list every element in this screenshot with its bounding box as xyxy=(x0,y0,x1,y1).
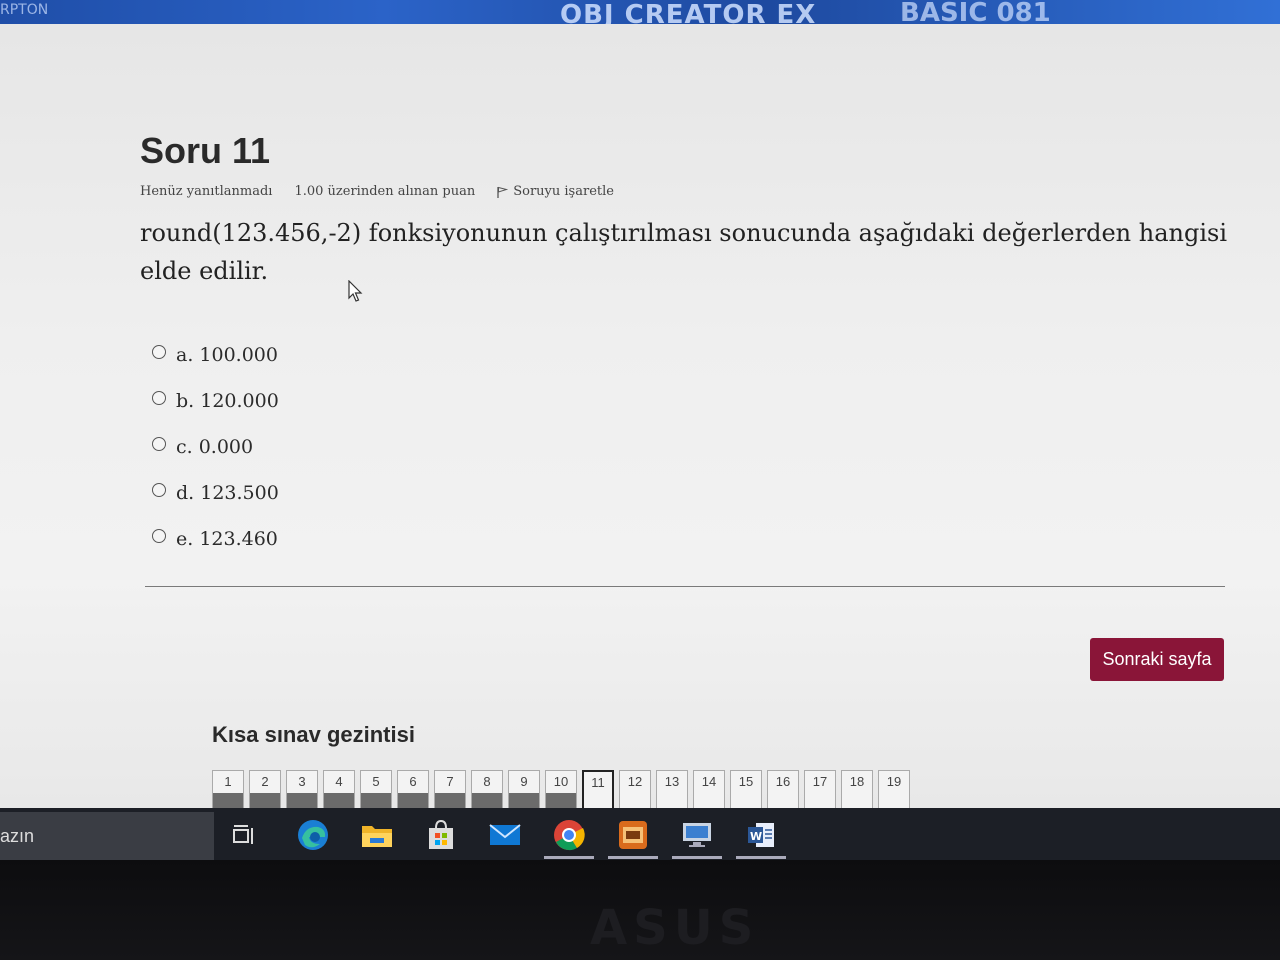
question-status: Henüz yanıtlanmadı xyxy=(140,184,273,199)
answer-option-e[interactable]: e. 123.460 xyxy=(152,516,279,562)
radio-button[interactable] xyxy=(152,483,166,497)
flag-icon xyxy=(497,186,509,198)
answer-label: e. 123.460 xyxy=(176,528,278,550)
brand-logo: ASUS xyxy=(590,900,760,956)
file-explorer-icon[interactable] xyxy=(350,814,404,856)
quiz-nav-button[interactable]: 17 xyxy=(804,770,836,810)
answer-label: b. 120.000 xyxy=(176,390,279,412)
quiz-nav-button[interactable]: 9 xyxy=(508,770,540,810)
quiz-nav-button[interactable]: 3 xyxy=(286,770,318,810)
quiz-nav-button[interactable]: 2 xyxy=(249,770,281,810)
background-text-left: RPTON xyxy=(0,2,49,18)
app-icon[interactable] xyxy=(606,814,660,859)
answer-label: d. 123.500 xyxy=(176,482,279,504)
quiz-nav-button[interactable]: 10 xyxy=(545,770,577,810)
radio-button[interactable] xyxy=(152,391,166,405)
quiz-nav-button[interactable]: 15 xyxy=(730,770,762,810)
quiz-nav-button[interactable]: 6 xyxy=(397,770,429,810)
answer-option-d[interactable]: d. 123.500 xyxy=(152,470,279,516)
answer-label: c. 0.000 xyxy=(176,436,254,458)
quiz-nav-button-current[interactable]: 11 xyxy=(582,770,614,810)
quiz-navigation: 1 2 3 4 5 6 7 8 9 10 11 12 13 14 15 16 1… xyxy=(212,770,910,810)
answer-label: a. 100.000 xyxy=(176,344,278,366)
radio-button[interactable] xyxy=(152,345,166,359)
answer-list: a. 100.000 b. 120.000 c. 0.000 d. 123.50… xyxy=(152,332,279,562)
answer-option-a[interactable]: a. 100.000 xyxy=(152,332,279,378)
mail-icon[interactable] xyxy=(478,814,532,856)
question-text: round(123.456,-2) fonksiyonunun çalıştır… xyxy=(140,219,1227,285)
quiz-navigation-title: Kısa sınav gezintisi xyxy=(212,722,415,747)
radio-button[interactable] xyxy=(152,437,166,451)
word-icon[interactable]: W xyxy=(734,814,788,859)
section-divider xyxy=(145,586,1225,587)
remote-desktop-icon[interactable] xyxy=(670,814,724,859)
question-title: Soru 11 xyxy=(140,130,271,171)
quiz-nav-button[interactable]: 7 xyxy=(434,770,466,810)
quiz-nav-button[interactable]: 8 xyxy=(471,770,503,810)
quiz-nav-button[interactable]: 19 xyxy=(878,770,910,810)
quiz-page: Soru 11 Henüz yanıtlanmadı 1.00 üzerinde… xyxy=(0,24,1280,810)
quiz-nav-button[interactable]: 5 xyxy=(360,770,392,810)
edge-icon[interactable] xyxy=(286,814,340,856)
question-info: Henüz yanıtlanmadı 1.00 üzerinden alınan… xyxy=(140,184,614,199)
flag-question-link[interactable]: Soruyu işaretle xyxy=(497,184,614,199)
store-icon[interactable] xyxy=(414,814,468,856)
quiz-nav-button[interactable]: 13 xyxy=(656,770,688,810)
radio-button[interactable] xyxy=(152,529,166,543)
quiz-nav-button[interactable]: 18 xyxy=(841,770,873,810)
quiz-nav-button[interactable]: 12 xyxy=(619,770,651,810)
answer-option-b[interactable]: b. 120.000 xyxy=(152,378,279,424)
search-box-text: azın xyxy=(0,825,35,846)
quiz-nav-button[interactable]: 4 xyxy=(323,770,355,810)
taskbar: azın W xyxy=(0,808,1280,860)
quiz-nav-button[interactable]: 16 xyxy=(767,770,799,810)
quiz-nav-button[interactable]: 1 xyxy=(212,770,244,810)
answer-option-c[interactable]: c. 0.000 xyxy=(152,424,279,470)
task-view-icon[interactable] xyxy=(218,814,272,856)
next-page-button[interactable]: Sonraki sayfa xyxy=(1090,638,1224,681)
taskbar-search-box[interactable]: azın xyxy=(0,812,214,860)
mouse-cursor-icon xyxy=(348,280,363,302)
question-points: 1.00 üzerinden alınan puan xyxy=(294,184,476,199)
svg-text:W: W xyxy=(750,830,762,843)
quiz-nav-button[interactable]: 14 xyxy=(693,770,725,810)
chrome-icon[interactable] xyxy=(542,814,596,859)
flag-question-label: Soruyu işaretle xyxy=(513,184,614,199)
